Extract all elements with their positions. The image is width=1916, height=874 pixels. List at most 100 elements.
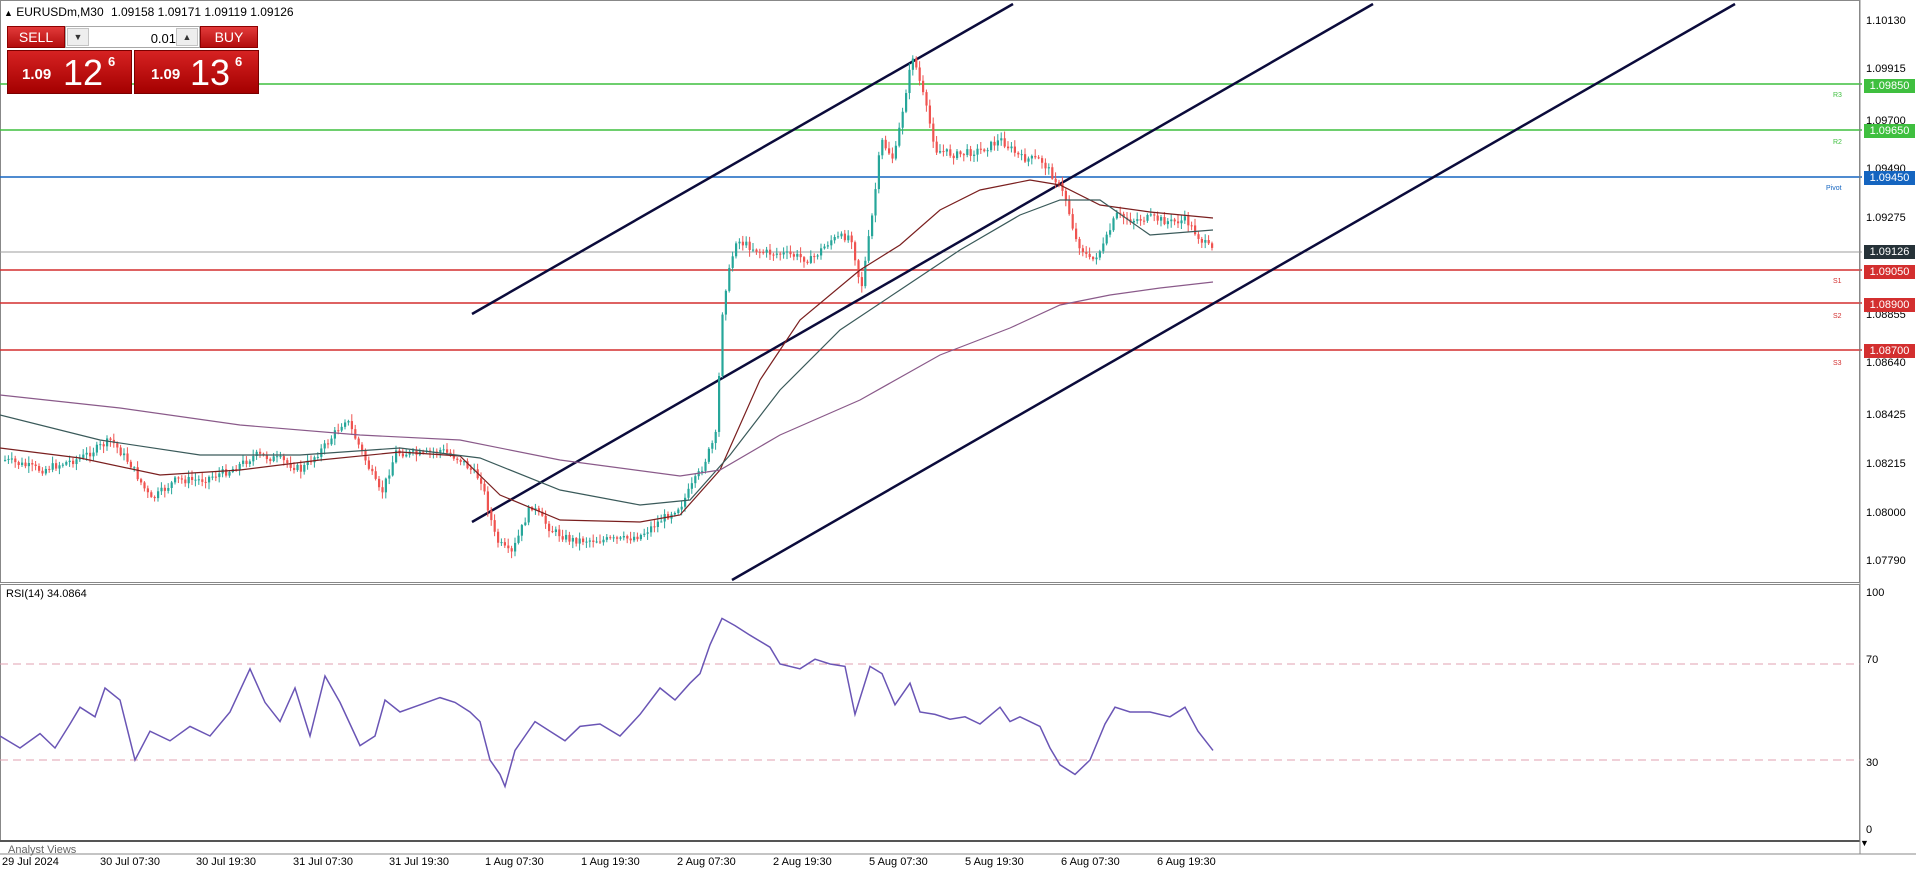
candle-body [109,438,112,440]
candle-body [58,465,61,469]
candle-body [745,241,748,246]
candle-body [544,515,547,524]
candle-body [796,253,799,257]
candle-body [55,463,58,469]
candle-body [303,465,306,472]
candle-body [1085,252,1088,254]
candle-body [483,483,486,492]
buy-price-pips: 13 [190,52,231,93]
candle-body [622,536,625,538]
lot-decrease-icon[interactable]: ▼ [67,28,89,46]
candle-body [735,243,738,257]
candle-body [218,473,221,478]
candle-body [932,123,935,142]
rsi-tick: 0 [1866,824,1873,836]
candle-body [41,470,44,474]
candle-body [330,438,333,445]
sell-button[interactable]: SELL [7,26,65,48]
time-tick: 2 Aug 19:30 [773,856,832,868]
candle-body [204,481,207,483]
candle-body [908,69,911,94]
sell-price-button[interactable]: 1.09 12 6 [7,50,132,94]
candle-body [1017,152,1020,155]
candle-body [748,241,751,250]
candle-body [1194,225,1197,235]
candle-body [1027,158,1030,162]
candle-body [888,148,891,154]
candle-body [962,154,965,156]
rsi-tick: 100 [1866,587,1885,599]
candle-body [976,148,979,155]
candle-body [174,477,177,483]
candle-body [72,460,75,465]
candle-body [612,537,615,539]
candle-body [585,541,588,543]
buy-button[interactable]: BUY [200,26,258,48]
candle-body [595,541,598,543]
candle-body [44,468,47,474]
chevron-down-icon[interactable]: ▼ [1860,838,1869,848]
channel-line-lower [731,2,1736,582]
candle-body [391,462,394,476]
current-price-label: 1.09126 [1864,245,1915,259]
collapse-triangle-icon[interactable]: ▲ [4,8,13,18]
candle-body [704,461,707,471]
candle-body [857,260,860,278]
candle-body [299,464,302,472]
candle-body [1149,214,1152,216]
candle-body [687,488,690,498]
candle-body [350,421,353,430]
candle-body [996,140,999,146]
time-tick: 31 Jul 19:30 [389,856,449,868]
candle-body [214,476,217,478]
candle-body [242,460,245,464]
candle-body [225,469,228,476]
analyst-views-tab[interactable]: Analyst Views [8,844,76,856]
price-tick: 1.08640 [1866,357,1906,369]
candle-body [915,58,918,68]
candle-body [731,256,734,268]
candle-body [85,452,88,455]
lot-increase-icon[interactable]: ▲ [176,28,198,46]
candle-body [316,456,319,458]
time-tick: 31 Jul 07:30 [293,856,353,868]
candle-body [333,430,336,439]
s3-tag: S3 [1833,360,1842,367]
candle-body [843,233,846,241]
r2-tag: R2 [1833,139,1842,146]
candle-body [1064,190,1067,201]
candle-body [34,464,37,467]
candle-body [1054,178,1057,183]
candle-body [643,533,646,535]
lot-size-input[interactable] [90,29,178,47]
candle-body [605,537,608,540]
candle-body [99,444,102,446]
chart-canvas[interactable] [0,0,1916,874]
candle-body [986,150,989,152]
candle-body [806,261,809,263]
candle-body [782,252,785,255]
candle-body [367,460,370,469]
candle-body [51,463,54,470]
candle-body [1078,239,1081,249]
candle-body [150,492,153,497]
candle-body [714,431,717,444]
time-tick: 30 Jul 19:30 [196,856,256,868]
candle-body [769,249,772,255]
pivot-price-label: 1.09450 [1864,171,1915,185]
candle-body [1115,212,1118,219]
candle-body [500,542,503,544]
candle-body [1102,243,1105,252]
candle-body [123,453,126,456]
time-tick: 2 Aug 07:30 [677,856,736,868]
candle-body [616,537,619,539]
candle-body [507,545,510,549]
buy-price-button[interactable]: 1.09 13 6 [134,50,259,94]
candle-body [724,290,727,315]
candle-body [490,510,493,521]
s3-price-label: 1.08700 [1864,344,1915,358]
s1-price-label: 1.09050 [1864,265,1915,279]
candle-body [1183,216,1186,221]
candle-body [990,141,993,151]
candle-body [446,449,449,453]
